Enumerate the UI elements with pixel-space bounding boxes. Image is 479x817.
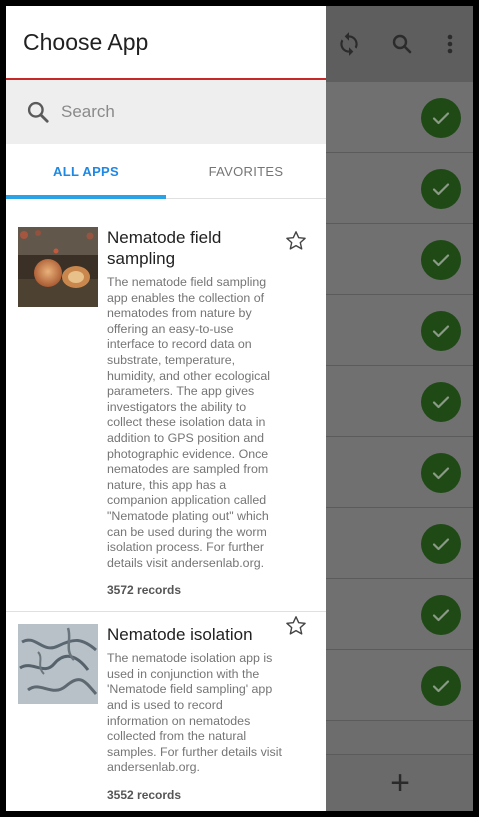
app-item-nematode-isolation[interactable]: Nematode isolation The nematode isolatio… (6, 612, 326, 811)
star-outline-icon[interactable] (284, 229, 308, 253)
drawer-header: Choose App (6, 6, 326, 80)
app-description: The nematode field sampling app enables … (107, 275, 271, 570)
tab-favorites[interactable]: FAVORITES (166, 144, 326, 198)
app-info: Nematode field sampling The nematode fie… (107, 227, 314, 597)
screen: + Choose App ALL APPS FAVORITES (6, 6, 473, 811)
tab-indicator (6, 195, 166, 199)
choose-app-drawer: Choose App ALL APPS FAVORITES (6, 6, 326, 811)
check-circle-icon (421, 98, 461, 138)
check-circle-icon (421, 382, 461, 422)
search-input[interactable] (61, 102, 291, 122)
check-circle-icon (421, 169, 461, 209)
check-circle-icon (421, 666, 461, 706)
app-record-count: 3552 records (107, 788, 182, 803)
app-title: Nematode field sampling (107, 228, 222, 268)
app-tabs: ALL APPS FAVORITES (6, 144, 326, 199)
check-circle-icon (421, 240, 461, 280)
app-list: Nematode field sampling The nematode fie… (6, 199, 326, 811)
app-description: The nematode isolation app is used in co… (107, 651, 282, 775)
drawer-title: Choose App (23, 28, 149, 55)
search-box[interactable] (6, 80, 326, 144)
search-icon[interactable] (382, 24, 422, 64)
sync-icon[interactable] (329, 24, 369, 64)
app-title: Nematode isolation (107, 625, 253, 645)
app-item-nematode-field-sampling[interactable]: Nematode field sampling The nematode fie… (6, 227, 326, 613)
check-circle-icon (421, 453, 461, 493)
check-circle-icon (421, 311, 461, 351)
tab-all-apps[interactable]: ALL APPS (6, 144, 166, 198)
worms-photo-thumbnail (18, 624, 98, 705)
app-info: Nematode isolation The nematode isolatio… (107, 624, 314, 802)
app-record-count: 3572 records (107, 583, 182, 598)
more-vert-icon[interactable] (430, 24, 470, 64)
check-circle-icon (421, 595, 461, 635)
star-outline-icon[interactable] (284, 614, 308, 638)
plus-icon[interactable]: + (380, 763, 420, 803)
search-icon (27, 101, 49, 123)
check-circle-icon (421, 524, 461, 564)
fruit-photo-thumbnail (18, 227, 98, 307)
